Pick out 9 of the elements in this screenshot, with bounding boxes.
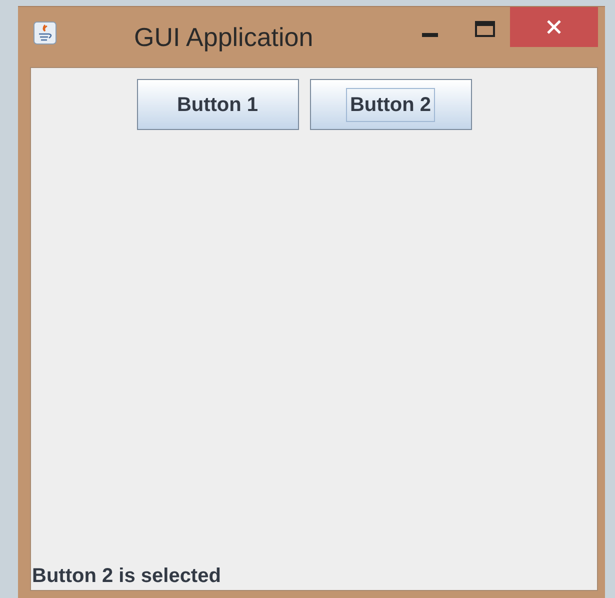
push-button[interactable]: Button 2 <box>310 79 472 130</box>
close-icon <box>546 19 562 35</box>
app-icon <box>33 21 57 45</box>
push-button[interactable]: Button 1 <box>136 79 298 130</box>
minimize-icon <box>422 33 438 37</box>
window-title: GUI Application <box>134 21 314 53</box>
close-button[interactable] <box>510 7 598 47</box>
status-label: Button 2 is selected <box>31 564 222 589</box>
maximize-icon <box>475 21 495 37</box>
